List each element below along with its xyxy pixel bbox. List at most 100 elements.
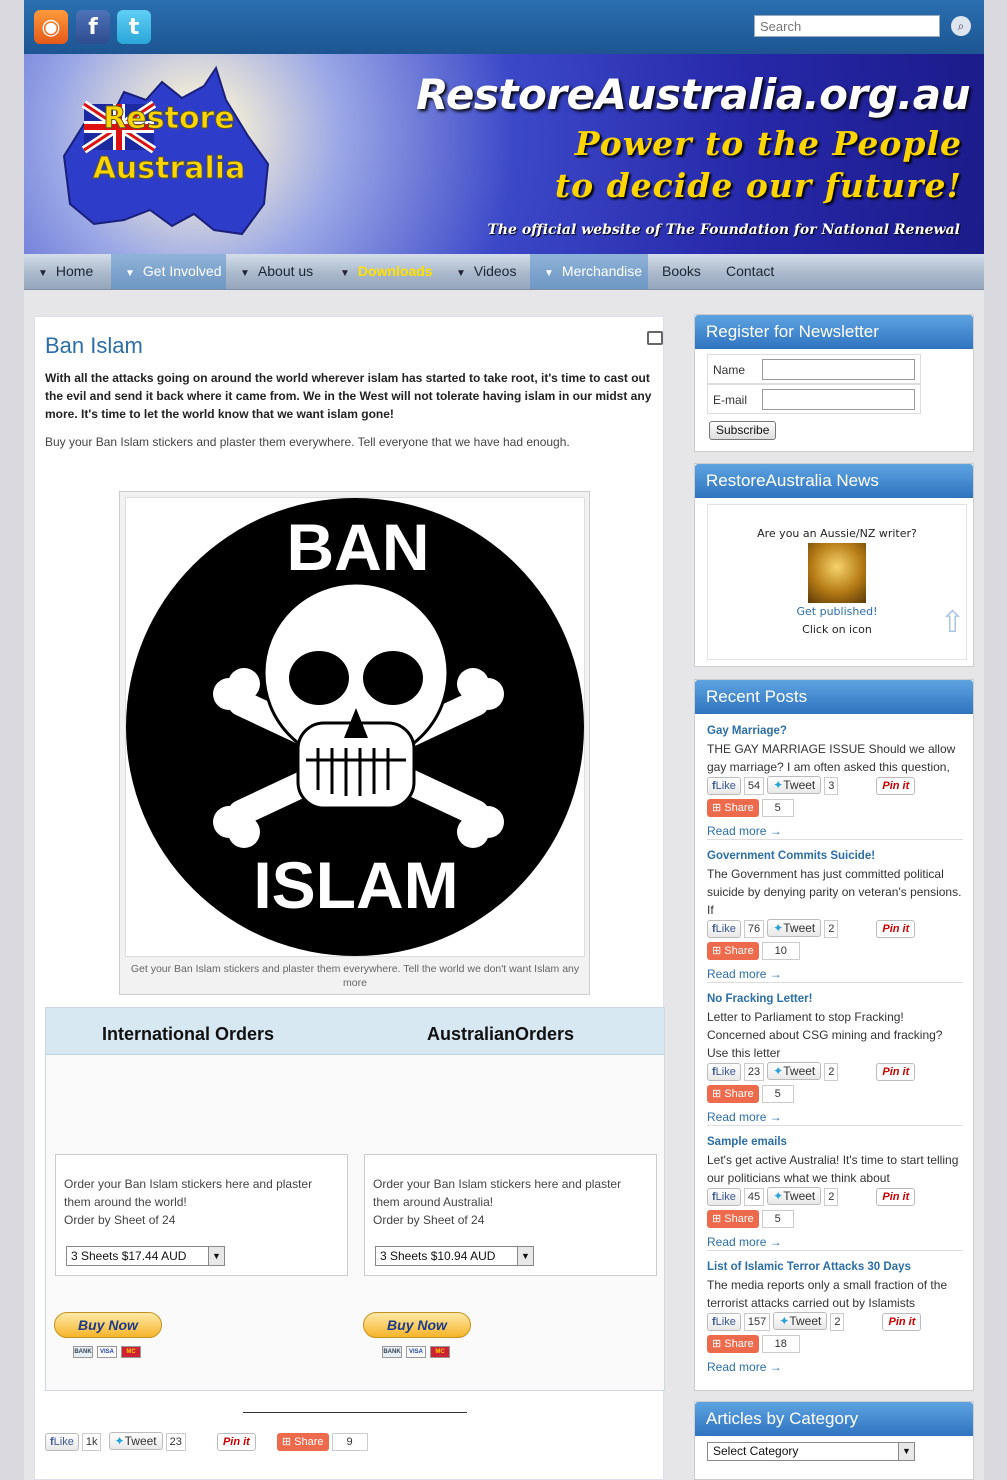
share-button[interactable]: ⊞ Share (707, 1335, 759, 1353)
post-separator (707, 1250, 963, 1251)
page: ◉ f t ⌕ Restore Australia RestoreAustral… (24, 0, 984, 1480)
rss-icon[interactable]: ◉ (34, 10, 68, 44)
twitter-icon: ✦ (773, 921, 784, 935)
widget-title: RestoreAustralia News (695, 464, 973, 498)
tagline-line2: to decide our future! (554, 166, 962, 205)
ban-sticker-image: BAN ISLAM (126, 498, 584, 956)
read-more-link[interactable]: Read more → (707, 822, 782, 840)
post-title-link[interactable]: No Fracking Letter! (707, 990, 963, 1008)
read-more-link[interactable]: Read more → (707, 1108, 782, 1126)
australian-quantity-select[interactable]: 3 Sheets $10.94 AUD ▼ (375, 1246, 534, 1266)
facebook-like-button[interactable]: fLike (45, 1433, 79, 1451)
nav-get-involved[interactable]: ▼ Get Involved (111, 254, 226, 289)
australian-by-sheet: Order by Sheet of 24 (373, 1213, 485, 1227)
nav-merchandise[interactable]: ▼ Merchandise (530, 254, 648, 289)
share-button[interactable]: ⊞ Share (276, 1433, 329, 1451)
subscribe-button[interactable]: Subscribe (709, 421, 777, 440)
twitter-icon: ✦ (773, 778, 784, 792)
post-item: List of Islamic Terror Attacks 30 Days Th… (707, 1258, 963, 1374)
post-separator (707, 982, 963, 983)
post-share-row: ⊞ Share 5 (707, 1085, 794, 1103)
share-button[interactable]: ⊞ Share (707, 1210, 759, 1228)
post-title-link[interactable]: Gay Marriage? (707, 722, 963, 740)
payment-cards: BANK VISA MC (382, 1346, 450, 1358)
tweet-button[interactable]: ✦Tweet (767, 776, 822, 794)
pinterest-button[interactable]: Pin it (876, 1188, 916, 1206)
promo-question: Are you an Aussie/NZ writer? (757, 527, 917, 540)
categories-widget: Articles by Category Select Category ▼ (694, 1401, 974, 1480)
post-item: Government Commits Suicide! The Governmen… (707, 847, 963, 981)
australian-buy-now-button[interactable]: Buy Now (363, 1312, 471, 1338)
nav-books[interactable]: Books (648, 254, 712, 289)
nav-contact[interactable]: Contact (712, 254, 792, 289)
australia-map-logo[interactable]: Restore Australia (54, 64, 284, 244)
name-field[interactable] (762, 359, 915, 380)
share-button[interactable]: ⊞ Share (707, 942, 759, 960)
post-title-link[interactable]: List of Islamic Terror Attacks 30 Days (707, 1258, 963, 1276)
sticker-text-bottom: ISLAM (253, 848, 458, 922)
post-title-link[interactable]: Sample emails (707, 1133, 963, 1151)
tweet-button[interactable]: ✦Tweet (108, 1432, 163, 1450)
read-more-link[interactable]: Read more → (707, 1233, 782, 1251)
category-select[interactable]: Select Category ▼ (707, 1442, 915, 1461)
facebook-icon[interactable]: f (76, 10, 110, 44)
like-count: 157 (743, 1313, 771, 1331)
mastercard-icon: MC (121, 1346, 141, 1358)
pinterest-button[interactable]: Pin it (876, 1063, 916, 1081)
payment-cards: BANK VISA MC (73, 1346, 141, 1358)
share-count: 5 (761, 1210, 794, 1228)
pinterest-button[interactable]: Pin it (876, 920, 916, 938)
nav-about-us[interactable]: ▼ About us (226, 254, 326, 289)
scroll-up-arrow-icon[interactable]: ⇧ (940, 608, 965, 638)
international-by-sheet: Order by Sheet of 24 (64, 1213, 176, 1227)
email-field[interactable] (762, 389, 915, 410)
read-more-link[interactable]: Read more → (707, 965, 782, 983)
plus-icon: ⊞ (712, 1338, 725, 1350)
site-url: RestoreAustralia.org.au (416, 70, 970, 119)
print-icon[interactable] (647, 331, 663, 345)
nav-home[interactable]: ▼ Home (24, 254, 111, 289)
chevron-down-icon: ▼ (340, 268, 350, 279)
tweet-count: 2 (824, 920, 839, 938)
read-more-link[interactable]: Read more → (707, 1358, 782, 1376)
visa-card-icon: VISA (406, 1346, 426, 1358)
post-share-row: fLike 23 ✦Tweet 2 Pin it (707, 1062, 916, 1081)
tweet-button[interactable]: ✦Tweet (767, 1062, 822, 1080)
international-quantity-select[interactable]: 3 Sheets $17.44 AUD ▼ (66, 1246, 225, 1266)
intro-text: With all the attacks going on around the… (45, 371, 652, 421)
post-title-link[interactable]: Government Commits Suicide! (707, 847, 963, 865)
name-row: Name (707, 354, 921, 384)
facebook-like-button[interactable]: fLike (707, 920, 741, 938)
newsletter-widget: Register for Newsletter Name E-mail Subs… (694, 314, 974, 452)
pinterest-button[interactable]: Pin it (876, 777, 916, 795)
nav-downloads[interactable]: ▼ Downloads (326, 254, 442, 289)
twitter-icon[interactable]: t (117, 10, 151, 44)
share-button[interactable]: ⊞ Share (707, 1085, 759, 1103)
facebook-like-button[interactable]: fLike (707, 777, 741, 795)
international-buy-now-button[interactable]: Buy Now (54, 1312, 162, 1338)
tweet-button[interactable]: ✦Tweet (767, 1187, 822, 1205)
news-promo: Are you an Aussie/NZ writer? Get publish… (707, 504, 967, 660)
share-button[interactable]: ⊞ Share (707, 799, 759, 817)
nav-videos[interactable]: ▼ Videos (442, 254, 530, 289)
facebook-like-button[interactable]: fLike (707, 1188, 741, 1206)
facebook-like-button[interactable]: fLike (707, 1063, 741, 1081)
tweet-button[interactable]: ✦Tweet (773, 1312, 828, 1330)
chevron-down-icon: ▼ (240, 268, 250, 279)
bank-card-icon: BANK (382, 1346, 402, 1358)
pinterest-button[interactable]: Pin it (882, 1313, 922, 1331)
like-count: 1k (81, 1433, 102, 1451)
like-count: 45 (743, 1188, 765, 1206)
chevron-down-icon: ▼ (208, 1247, 224, 1265)
tweet-count: 2 (824, 1188, 839, 1206)
get-published-link[interactable]: Get published! (708, 603, 966, 621)
post-share-row: ⊞ Share 5 (707, 799, 794, 817)
writer-promo-image[interactable] (808, 543, 866, 603)
search-input[interactable] (754, 15, 940, 37)
tweet-button[interactable]: ✦Tweet (767, 919, 822, 937)
sticker-figure: BAN ISLAM Get your Ban Islam stickers an… (119, 491, 590, 995)
facebook-like-button[interactable]: fLike (707, 1313, 741, 1331)
mastercard-icon: MC (430, 1346, 450, 1358)
search-icon[interactable]: ⌕ (951, 16, 971, 36)
pinterest-button[interactable]: Pin it (216, 1433, 256, 1451)
